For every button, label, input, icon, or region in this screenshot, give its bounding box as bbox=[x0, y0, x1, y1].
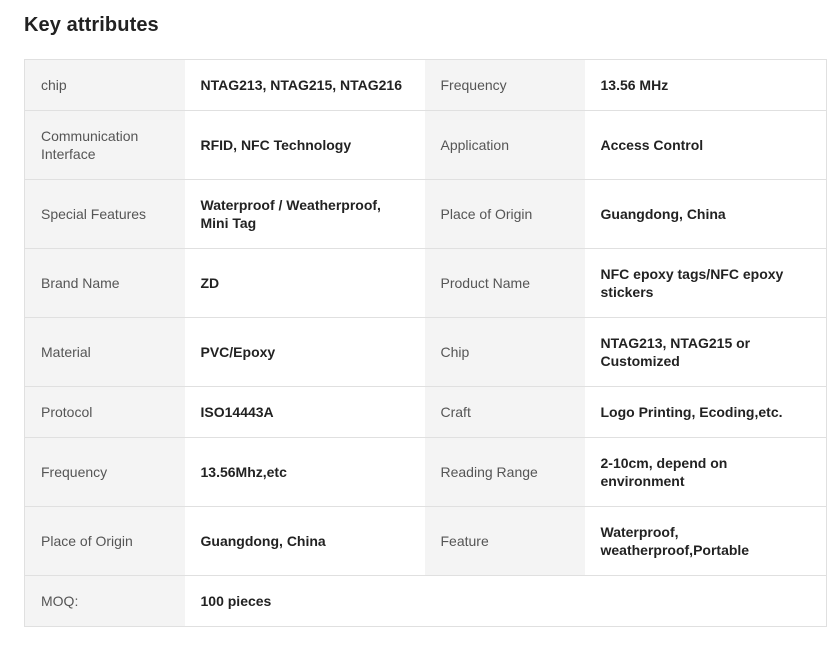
attribute-label: Protocol bbox=[24, 386, 185, 438]
empty-cell bbox=[424, 575, 585, 627]
attribute-label: Place of Origin bbox=[24, 506, 185, 576]
attribute-label: Craft bbox=[424, 386, 585, 438]
attribute-row: Communication Interface RFID, NFC Techno… bbox=[24, 110, 827, 180]
attribute-row: chip NTAG213, NTAG215, NTAG216 Frequency… bbox=[24, 59, 827, 111]
attribute-value: NTAG213, NTAG215, NTAG216 bbox=[184, 59, 425, 111]
attribute-label: Brand Name bbox=[24, 248, 185, 318]
attribute-value: NTAG213, NTAG215 or Customized bbox=[584, 317, 827, 387]
section-title: Key attributes bbox=[24, 14, 159, 36]
attribute-value: PVC/Epoxy bbox=[184, 317, 425, 387]
attribute-label: Place of Origin bbox=[424, 179, 585, 249]
attribute-row: Brand Name ZD Product Name NFC epoxy tag… bbox=[24, 248, 827, 318]
attribute-label: Special Features bbox=[24, 179, 185, 249]
attribute-label: Chip bbox=[424, 317, 585, 387]
attribute-label: Frequency bbox=[424, 59, 585, 111]
attribute-row: Material PVC/Epoxy Chip NTAG213, NTAG215… bbox=[24, 317, 827, 387]
attribute-value: RFID, NFC Technology bbox=[184, 110, 425, 180]
attribute-value: 13.56Mhz,etc bbox=[184, 437, 425, 507]
attribute-value: Access Control bbox=[584, 110, 827, 180]
attribute-row: Special Features Waterproof / Weatherpro… bbox=[24, 179, 827, 249]
empty-cell bbox=[584, 575, 827, 627]
attribute-label: Reading Range bbox=[424, 437, 585, 507]
attribute-value: 100 pieces bbox=[184, 575, 425, 627]
attribute-value: Waterproof / Weatherproof, Mini Tag bbox=[184, 179, 425, 249]
attribute-label: Communication Interface bbox=[24, 110, 185, 180]
attribute-label: chip bbox=[24, 59, 185, 111]
attribute-label: Product Name bbox=[424, 248, 585, 318]
attribute-value: NFC epoxy tags/NFC epoxy stickers bbox=[584, 248, 827, 318]
attribute-value: ISO14443A bbox=[184, 386, 425, 438]
attribute-row: MOQ: 100 pieces bbox=[24, 575, 827, 627]
key-attributes-table: chip NTAG213, NTAG215, NTAG216 Frequency… bbox=[24, 59, 827, 627]
attribute-row: Protocol ISO14443A Craft Logo Printing, … bbox=[24, 386, 827, 438]
attribute-row: Frequency 13.56Mhz,etc Reading Range 2-1… bbox=[24, 437, 827, 507]
attribute-label: MOQ: bbox=[24, 575, 185, 627]
attribute-value: Guangdong, China bbox=[184, 506, 425, 576]
attribute-value: Waterproof, weatherproof,Portable bbox=[584, 506, 827, 576]
attribute-label: Material bbox=[24, 317, 185, 387]
attribute-value: 2-10cm, depend on environment bbox=[584, 437, 827, 507]
attribute-row: Place of Origin Guangdong, China Feature… bbox=[24, 506, 827, 576]
attribute-value: ZD bbox=[184, 248, 425, 318]
attribute-value: 13.56 MHz bbox=[584, 59, 827, 111]
attribute-label: Frequency bbox=[24, 437, 185, 507]
attribute-label: Application bbox=[424, 110, 585, 180]
attribute-value: Logo Printing, Ecoding,etc. bbox=[584, 386, 827, 438]
attribute-value: Guangdong, China bbox=[584, 179, 827, 249]
attribute-label: Feature bbox=[424, 506, 585, 576]
